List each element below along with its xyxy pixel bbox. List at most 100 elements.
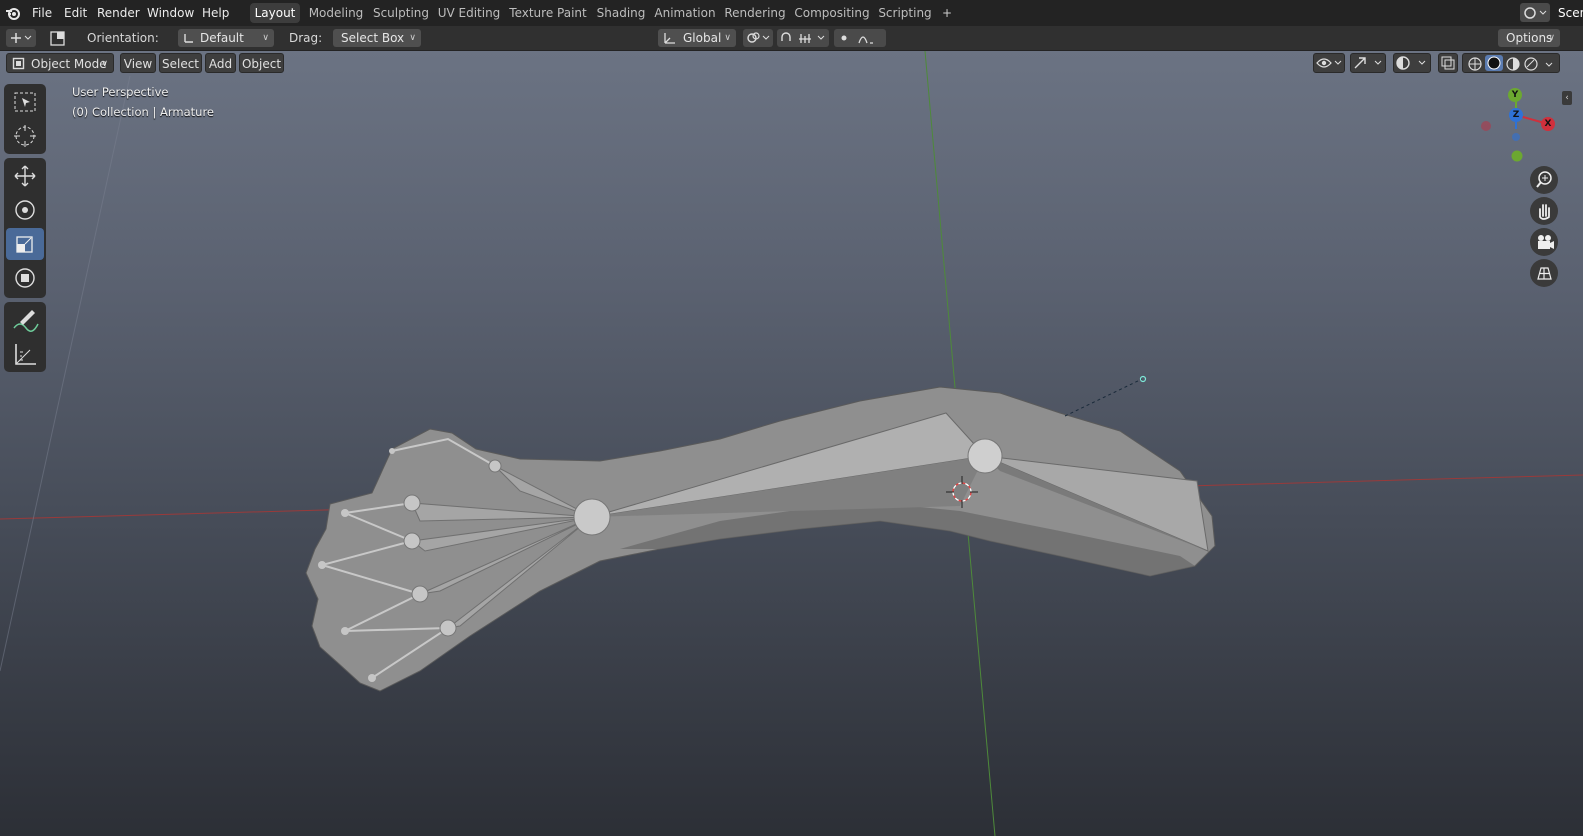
tip-joint: [341, 627, 349, 635]
menu-file[interactable]: File: [28, 4, 56, 22]
scale-icon: [16, 236, 33, 253]
overlays-toggle[interactable]: [1393, 53, 1431, 73]
select-box-tool[interactable]: [6, 86, 44, 118]
tab-animation[interactable]: Animation: [652, 3, 718, 23]
measure-tool[interactable]: [6, 338, 44, 370]
snap-button[interactable]: [777, 29, 829, 47]
scene-type-button[interactable]: [1520, 3, 1550, 22]
tab-sculpting[interactable]: Sculpting: [370, 3, 432, 23]
tab-layout[interactable]: Layout: [250, 3, 300, 23]
material-shading-icon[interactable]: [1505, 56, 1521, 72]
zoom-button[interactable]: [1530, 166, 1558, 194]
rendered-shading-icon[interactable]: [1523, 56, 1539, 72]
tab-modeling[interactable]: Modeling: [306, 3, 366, 23]
snap-icon: [781, 32, 825, 43]
pivot-point-button[interactable]: [743, 29, 773, 47]
add-workspace-button[interactable]: +: [938, 3, 956, 23]
xray-icon: [1441, 56, 1455, 70]
tip-joint: [389, 448, 395, 454]
camera-view-icon: [1538, 235, 1554, 249]
mode-label: Object Mode: [31, 57, 107, 71]
chevron-down-icon: ∨: [262, 33, 269, 43]
annotate-tool[interactable]: [6, 304, 44, 336]
annotate-tool-group: [4, 302, 46, 372]
menu-window[interactable]: Window: [143, 4, 198, 22]
menu-view[interactable]: View: [120, 53, 156, 73]
proportional-edit-icon: [841, 35, 873, 44]
overlays-icon: [1396, 56, 1426, 70]
tab-compositing[interactable]: Compositing: [792, 3, 872, 23]
move-icon: [14, 165, 36, 187]
menu-select[interactable]: Select: [159, 53, 202, 73]
gizmo-z-axis[interactable]: Z: [1509, 108, 1523, 122]
transform-tool[interactable]: [6, 262, 44, 294]
tab-scripting[interactable]: Scripting: [876, 3, 934, 23]
tab-texture-paint[interactable]: Texture Paint: [506, 3, 590, 23]
active-tool-icon[interactable]: [48, 29, 68, 47]
gizmo-y-axis[interactable]: Y: [1508, 88, 1522, 102]
ortho-toggle-button[interactable]: [1530, 259, 1558, 287]
object-mode-icon: [12, 57, 25, 70]
sidebar-toggle[interactable]: ‹: [1562, 91, 1572, 105]
menu-add[interactable]: Add: [205, 53, 236, 73]
gizmo-toggle[interactable]: [1350, 53, 1386, 73]
measure-icon: [15, 344, 36, 365]
scale-tool[interactable]: [6, 228, 44, 260]
knuckle-joint: [403, 532, 421, 550]
3d-viewport[interactable]: Object Mode ∨ View Select Add Object User…: [0, 51, 1583, 836]
orientation-label: Orientation:: [87, 31, 159, 45]
tab-shading[interactable]: Shading: [594, 3, 648, 23]
chevron-down-icon: ∨: [409, 33, 416, 43]
view-name: User Perspective: [72, 85, 169, 99]
tip-joint: [368, 674, 376, 682]
select-tool-group: [4, 84, 46, 154]
scene-canvas[interactable]: [0, 51, 1583, 836]
tip-joint: [341, 509, 349, 517]
ortho-grid-icon: [1537, 267, 1552, 280]
chevron-down-icon: ∨: [101, 59, 108, 69]
pan-hand-icon: [1539, 204, 1550, 220]
scene-name[interactable]: Scen: [1554, 4, 1583, 22]
gizmo-x-axis[interactable]: X: [1541, 117, 1555, 131]
orientation-icon: [184, 34, 193, 43]
transform-icon: [15, 268, 35, 288]
chevron-down-icon: ∨: [1548, 33, 1555, 43]
xray-toggle[interactable]: [1438, 53, 1458, 73]
chevron-down-icon[interactable]: [1543, 56, 1557, 72]
mode-dropdown[interactable]: Object Mode ∨: [6, 53, 114, 73]
visibility-dropdown[interactable]: [1313, 53, 1345, 73]
solid-shading-icon[interactable]: [1485, 55, 1503, 71]
pan-button[interactable]: [1530, 197, 1558, 225]
eye-icon: [1316, 58, 1342, 68]
editor-type-button[interactable]: [6, 29, 36, 47]
wireframe-shading-icon[interactable]: [1467, 56, 1483, 72]
menu-edit[interactable]: Edit: [60, 4, 91, 22]
menu-object[interactable]: Object: [239, 53, 284, 73]
drag-label: Drag:: [289, 31, 323, 45]
scene-icon: [1524, 7, 1547, 19]
menu-help[interactable]: Help: [198, 4, 233, 22]
tab-rendering[interactable]: Rendering: [722, 3, 788, 23]
zoom-icon: [1536, 171, 1552, 188]
select-box-icon: [14, 92, 36, 112]
wrist-joint: [573, 498, 611, 536]
rotate-tool[interactable]: [6, 194, 44, 226]
transform-orientation-value: Global: [683, 31, 722, 45]
orientation-dropdown[interactable]: Default ∨: [178, 29, 274, 47]
top-bar: File Edit Render Window Help Layout Mode…: [0, 0, 1583, 26]
pivot-icon: [747, 32, 770, 43]
orientation-value: Default: [200, 31, 244, 45]
transform-orientation-dropdown[interactable]: Global ∨: [658, 29, 736, 47]
drag-dropdown[interactable]: Select Box ∨: [333, 29, 421, 47]
menu-render[interactable]: Render: [93, 4, 144, 22]
cursor-tool[interactable]: [6, 120, 44, 152]
proportional-editing-button[interactable]: [834, 29, 886, 47]
tip-joint: [318, 561, 326, 569]
options-dropdown[interactable]: Options ∨: [1498, 29, 1560, 47]
blender-logo-icon[interactable]: [5, 5, 21, 21]
chevron-down-icon: ∨: [724, 33, 731, 43]
camera-view-button[interactable]: [1530, 228, 1558, 256]
tab-uv-editing[interactable]: UV Editing: [436, 3, 502, 23]
drag-value: Select Box: [341, 31, 405, 45]
move-tool[interactable]: [6, 160, 44, 192]
